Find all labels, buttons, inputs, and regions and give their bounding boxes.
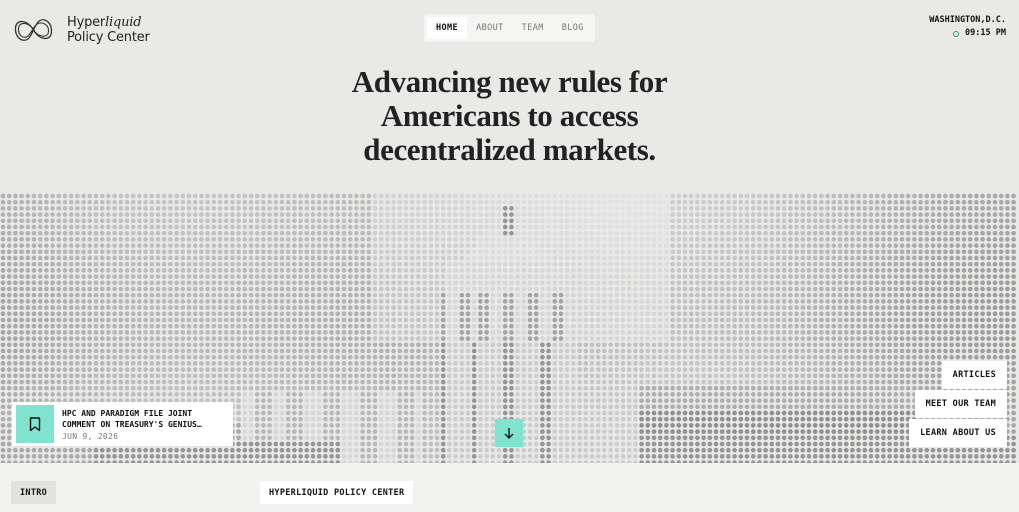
headline-line-2: Americans to access bbox=[380, 98, 639, 133]
nav-home[interactable]: HOME bbox=[427, 17, 468, 39]
section-bar: INTRO HYPERLIQUID POLICY CENTER bbox=[0, 463, 1019, 512]
headline-line-1: Advancing new rules for bbox=[351, 64, 668, 99]
location-time: 09:15 PM bbox=[965, 28, 1006, 38]
news-date: JUN 9, 2026 bbox=[62, 431, 119, 441]
infinity-loop-icon bbox=[14, 19, 53, 41]
clock-icon bbox=[953, 30, 960, 37]
location-city: WASHINGTON,D.C. bbox=[929, 15, 1006, 25]
articles-button[interactable]: ARTICLES bbox=[941, 361, 1007, 389]
news-title-line-2: COMMENT ON TREASURY'S GENIUS… bbox=[62, 419, 202, 429]
location-clock: WASHINGTON,D.C. 09:15 PM bbox=[929, 14, 1006, 40]
news-card[interactable]: HPC AND PARADIGM FILE JOINT COMMENT ON T… bbox=[12, 402, 233, 446]
brand-name: Hyperliquid Policy Center bbox=[67, 15, 150, 45]
nav-about[interactable]: ABOUT bbox=[467, 17, 513, 39]
meet-our-team-button[interactable]: MEET OUR TEAM bbox=[914, 390, 1007, 418]
nav-blog[interactable]: BLOG bbox=[553, 17, 593, 39]
news-text: HPC AND PARADIGM FILE JOINT COMMENT ON T… bbox=[62, 408, 227, 441]
headline-line-3: decentralized markets. bbox=[363, 132, 656, 167]
intro-tag[interactable]: INTRO bbox=[11, 481, 57, 504]
main-nav: HOME ABOUT TEAM BLOG bbox=[424, 14, 595, 42]
brand-logo[interactable]: Hyperliquid Policy Center bbox=[12, 13, 150, 47]
hpc-tag[interactable]: HYPERLIQUID POLICY CENTER bbox=[260, 481, 414, 504]
learn-about-us-button[interactable]: LEARN ABOUT US bbox=[909, 419, 1007, 447]
location-time-row: 09:15 PM bbox=[929, 27, 1006, 40]
news-title-line-1: HPC AND PARADIGM FILE JOINT bbox=[62, 408, 193, 418]
nav-team[interactable]: TEAM bbox=[513, 17, 553, 39]
scroll-down-button[interactable] bbox=[495, 419, 523, 447]
bookmark-icon bbox=[16, 405, 54, 443]
arrow-down-icon bbox=[504, 428, 514, 439]
hero-headline: Advancing new rules for Americans to acc… bbox=[0, 65, 1019, 167]
